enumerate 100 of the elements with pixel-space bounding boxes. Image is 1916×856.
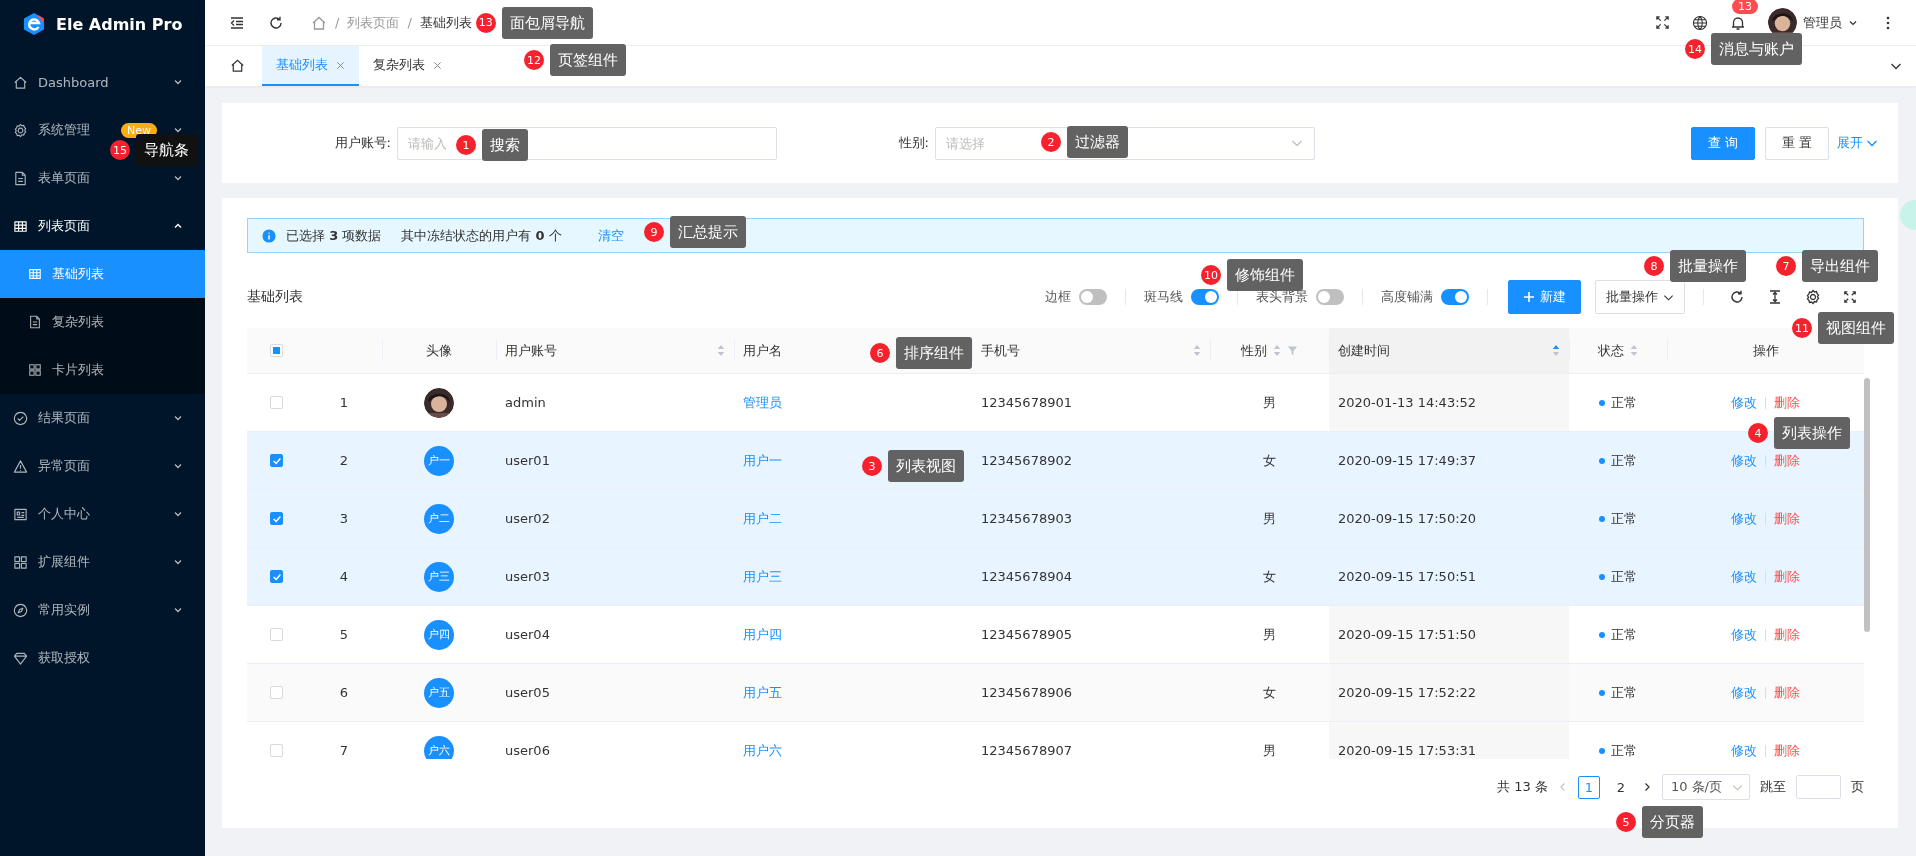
fullscreen-icon[interactable] [1843, 290, 1857, 304]
chevron-icon[interactable] [173, 221, 183, 231]
toggle-switch[interactable] [1079, 289, 1107, 305]
chevron-icon[interactable] [173, 557, 183, 567]
globe-icon[interactable] [1692, 14, 1708, 31]
menu-item[interactable]: 扩展组件 [38, 554, 90, 569]
user-link[interactable]: 用户五 [743, 683, 782, 702]
query-button[interactable]: 查 询 [1690, 126, 1755, 160]
submenu-item[interactable]: 基础列表 [0, 250, 205, 298]
refresh-icon[interactable] [1729, 289, 1745, 305]
sort-icon[interactable] [1630, 344, 1638, 357]
annotation-label: 过滤器 [1067, 126, 1128, 158]
row-height-icon[interactable] [1767, 289, 1783, 305]
field-label: 用户账号: [333, 134, 392, 152]
user-link[interactable]: 用户三 [743, 567, 782, 586]
sort-icon[interactable] [1193, 344, 1201, 357]
menu-item[interactable]: 表单页面 [38, 170, 90, 185]
status-text: 正常 [1611, 683, 1637, 702]
batch-dropdown[interactable]: 批量操作 [1595, 280, 1685, 314]
delete-link[interactable]: 删除 [1774, 393, 1800, 412]
row-checkbox[interactable] [270, 512, 283, 525]
select-all-checkbox[interactable] [270, 344, 283, 357]
sort-icon[interactable] [1273, 344, 1281, 357]
filter-icon[interactable] [1287, 345, 1298, 356]
avatar: 户三 [424, 561, 454, 592]
menu-item[interactable]: 异常页面 [38, 458, 90, 473]
sort-icon[interactable] [717, 344, 725, 357]
page-size-select[interactable]: 10 条/页 [1661, 774, 1750, 800]
menu-item[interactable]: 结果页面 [38, 410, 90, 425]
row-checkbox[interactable] [270, 454, 283, 467]
edit-link[interactable]: 修改 [1731, 625, 1757, 644]
close-icon[interactable] [433, 60, 442, 70]
close-icon[interactable] [336, 60, 345, 70]
sort-icon[interactable] [1552, 344, 1560, 357]
delete-link[interactable]: 删除 [1774, 451, 1800, 470]
delete-link[interactable]: 删除 [1774, 683, 1800, 702]
user-link[interactable]: 管理员 [743, 393, 782, 412]
page-tab[interactable]: 基础列表 [262, 46, 359, 86]
user-link[interactable]: 用户六 [743, 741, 782, 759]
user-link[interactable]: 用户二 [743, 509, 782, 528]
more-icon[interactable] [1886, 14, 1890, 31]
table-cell: user04 [505, 627, 550, 642]
page-suffix: 页 [1851, 778, 1864, 796]
row-checkbox[interactable] [270, 570, 283, 583]
scrollbar[interactable] [1864, 378, 1870, 632]
home-icon [230, 57, 245, 73]
edit-link[interactable]: 修改 [1731, 393, 1757, 412]
submenu-item[interactable]: 卡片列表 [0, 346, 205, 394]
delete-link[interactable]: 删除 [1774, 625, 1800, 644]
collapse-icon[interactable] [229, 14, 245, 31]
menu-item[interactable]: 获取授权 [38, 650, 90, 665]
page-input[interactable] [1796, 775, 1841, 799]
menu-item[interactable]: 个人中心 [38, 506, 90, 521]
annotation-label: 导航条 [136, 134, 197, 166]
menu-item[interactable]: 列表页面 [38, 218, 90, 233]
annotation-label: 列表视图 [888, 450, 964, 482]
create-button[interactable]: 新建 [1508, 280, 1581, 314]
home-icon[interactable] [311, 14, 327, 31]
delete-link[interactable]: 删除 [1774, 567, 1800, 586]
toggle-switch[interactable] [1191, 289, 1219, 305]
info-icon [262, 228, 276, 243]
menu-icon [13, 458, 28, 474]
user-link[interactable]: 用户一 [743, 451, 782, 470]
page-tab[interactable]: 复杂列表 [359, 46, 456, 86]
edit-link[interactable]: 修改 [1731, 567, 1757, 586]
chevron-icon[interactable] [173, 509, 183, 519]
edit-link[interactable]: 修改 [1731, 451, 1757, 470]
chevron-icon[interactable] [173, 461, 183, 471]
chevron-icon[interactable] [173, 77, 183, 87]
clear-link[interactable]: 清空 [597, 226, 624, 245]
toggle-switch[interactable] [1441, 289, 1469, 305]
page-button[interactable]: 2 [1609, 775, 1632, 799]
bell-icon[interactable] [1730, 14, 1746, 31]
edit-link[interactable]: 修改 [1731, 741, 1757, 759]
menu-item[interactable]: Dashboard [38, 74, 109, 90]
user-link[interactable]: 用户四 [743, 625, 782, 644]
menu-item[interactable]: 常用实例 [38, 602, 90, 617]
menu-item[interactable]: 系统管理 [38, 122, 90, 137]
delete-link[interactable]: 删除 [1774, 741, 1800, 759]
jump-label: 跳至 [1760, 778, 1786, 796]
page-button[interactable]: 1 [1577, 775, 1600, 799]
edit-link[interactable]: 修改 [1731, 683, 1757, 702]
menu-icon [13, 122, 28, 138]
toggle-switch[interactable] [1316, 289, 1344, 305]
chevron-icon[interactable] [173, 605, 183, 615]
breadcrumb-link[interactable]: 列表页面 [347, 13, 400, 32]
refresh-icon[interactable] [268, 14, 284, 31]
chevron-icon[interactable] [173, 173, 183, 183]
chevron-icon[interactable] [173, 413, 183, 423]
submenu-item[interactable]: 复杂列表 [0, 298, 205, 346]
reset-button[interactable]: 重 置 [1764, 126, 1829, 160]
settings-icon[interactable] [1805, 289, 1821, 305]
row-number: 5 [339, 627, 349, 642]
edit-link[interactable]: 修改 [1731, 509, 1757, 528]
user-name[interactable]: 管理员 [1803, 13, 1842, 32]
avatar: 户六 [424, 735, 454, 759]
chevron-icon[interactable] [173, 125, 183, 135]
expand-link[interactable]: 展开 [1837, 134, 1878, 152]
fullscreen-icon[interactable] [1655, 15, 1670, 30]
delete-link[interactable]: 删除 [1774, 509, 1800, 528]
